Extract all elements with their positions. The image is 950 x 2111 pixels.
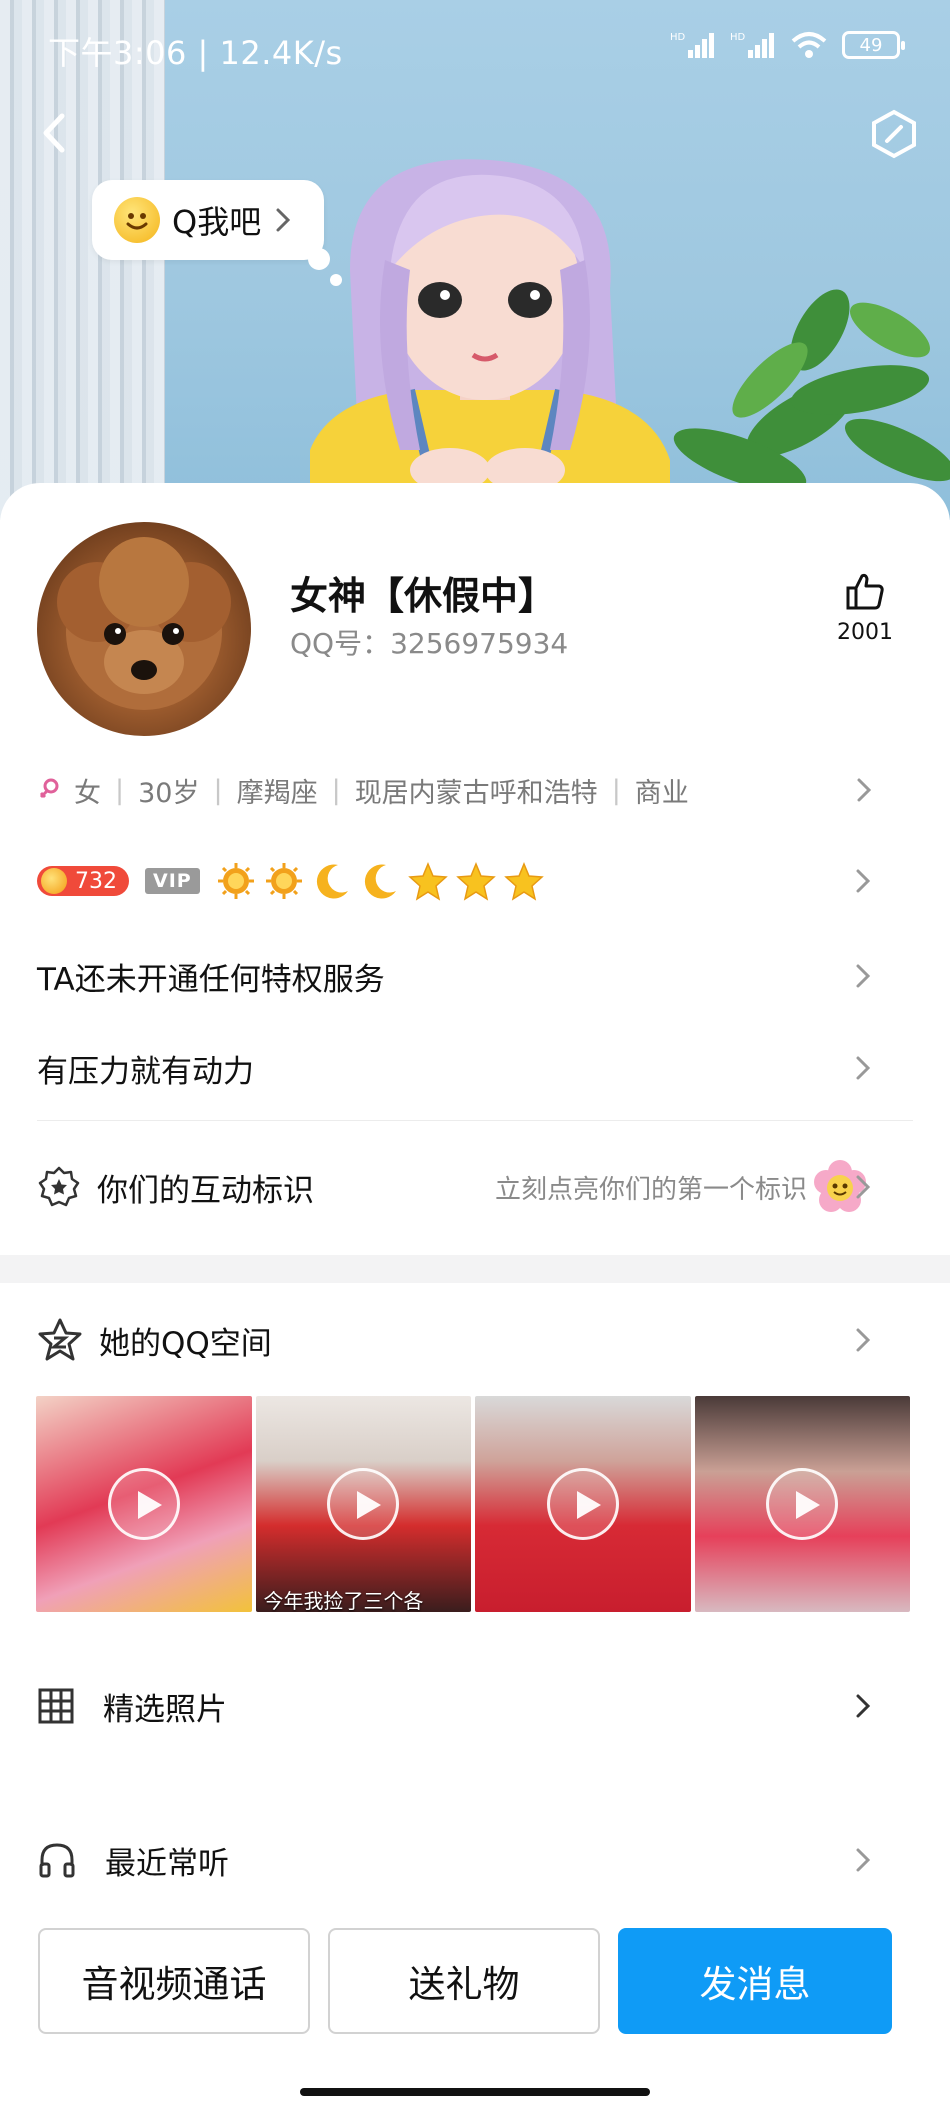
chevron-right-icon [856,869,871,893]
chevron-right-icon [856,1175,871,1199]
play-icon [766,1468,839,1540]
level-sun-icon [41,868,67,894]
wifi-icon [791,32,827,58]
like-button[interactable]: 2001 [830,570,900,645]
divider [37,1120,913,1121]
level-number: 732 [75,868,117,894]
separator: | [331,774,341,806]
signature-row[interactable]: 有压力就有动力 [37,1038,917,1098]
edit-icon[interactable] [868,108,920,160]
play-icon [327,1468,400,1540]
svg-text:HD: HD [730,32,746,43]
video-thumbnail[interactable] [694,1396,910,1612]
back-arrow-icon[interactable] [30,108,80,158]
send-message-button[interactable]: 发消息 [618,1928,892,2034]
level-icons [216,861,544,901]
qq-number: QQ号：3256975934 [290,627,569,660]
industry: 商业 [634,777,689,809]
photos-label: 精选照片 [103,1691,227,1728]
headphones-icon [39,1843,75,1878]
video-thumbnail[interactable] [36,1396,252,1612]
send-gift-button[interactable]: 送礼物 [328,1928,600,2034]
chevron-right-icon [856,1694,871,1718]
moon-icon [364,864,396,899]
play-icon [546,1468,619,1540]
qzone-thumbnails: 今年我捡了三个各 [36,1396,910,1612]
thumbs-up-icon [846,573,884,610]
section-separator [0,1255,950,1283]
profile-info-row[interactable]: 女 | 30岁 | 摩羯座 | 现居内蒙古呼和浩特 | 商业 [38,770,918,810]
interaction-mark-row[interactable]: 你们的互动标识 立刻点亮你们的第一个标识 [37,1156,917,1218]
recent-music-row[interactable]: 最近常听 [37,1830,917,1890]
status-bar: 下午3:06 | 12.4K/s HD HD 49 [0,0,950,100]
signature-text: 有压力就有动力 [37,1053,254,1090]
qzone-label: 她的QQ空间 [99,1325,272,1362]
vip-badge: VIP [145,868,200,894]
zodiac: 摩羯座 [236,777,318,809]
qzone-star-icon [38,1318,82,1361]
interaction-hint: 立刻点亮你们的第一个标识 [494,1174,807,1205]
battery-level: 49 [859,34,883,56]
level-row[interactable]: 732 VIP [37,858,917,904]
chevron-right-icon [857,778,872,802]
chevron-right-icon [856,1328,871,1352]
separator: | [213,774,223,806]
location: 现居内蒙古呼和浩特 [354,777,598,809]
signal-icon: HD [730,32,774,58]
separator: | [611,774,621,806]
grid-icon [38,1688,74,1724]
gender: 女 [74,777,101,809]
music-label: 最近常听 [105,1845,229,1882]
av-call-button[interactable]: 音视频通话 [38,1928,310,2034]
privilege-text: TA还未开通任何特权服务 [37,961,385,998]
bubble-label: Q我吧 [172,203,262,241]
status-icons: HD HD 49 [670,30,905,60]
sun-icon [217,863,254,899]
nickname: 女神【休假中】 [290,574,557,618]
star-icon [503,862,544,901]
separator: | [115,774,125,806]
avatar-3d-figure [310,159,670,520]
level-badge: 732 [37,866,129,896]
moon-icon [316,864,348,899]
video-caption: 今年我捡了三个各 [263,1589,424,1612]
star-icon [455,862,496,901]
bubble-tail [330,274,342,286]
video-thumbnail[interactable] [475,1396,691,1612]
video-thumbnail[interactable]: 今年我捡了三个各 [255,1396,471,1612]
signal-icon: HD [670,32,714,58]
avatar[interactable] [37,522,251,736]
profile-banner: 下午3:06 | 12.4K/s HD HD 49 Q我吧 [0,0,950,520]
chevron-right-icon [856,1056,871,1080]
like-count: 2001 [837,620,893,645]
sun-icon [265,863,302,899]
battery-icon: 49 [842,31,905,59]
age: 30岁 [138,777,200,809]
chevron-right-icon [856,1848,871,1872]
female-icon [39,778,59,799]
selected-photos-row[interactable]: 精选照片 [37,1676,917,1736]
bubble-tail [308,248,330,270]
privilege-row[interactable]: TA还未开通任何特权服务 [37,946,917,1006]
chevron-right-icon [276,208,291,232]
svg-text:HD: HD [670,32,686,43]
status-time: 下午3:06 | 12.4K/s [48,34,343,72]
smile-icon [114,197,160,243]
star-icon [407,862,448,901]
q-me-bubble[interactable]: Q我吧 [92,180,324,260]
badge-icon [38,1166,80,1207]
home-indicator[interactable] [300,2088,650,2096]
qzone-row[interactable]: 她的QQ空间 [37,1310,917,1370]
play-icon [107,1468,180,1540]
chevron-right-icon [856,964,871,988]
dog-photo [57,537,231,710]
interaction-label: 你们的互动标识 [97,1172,314,1209]
